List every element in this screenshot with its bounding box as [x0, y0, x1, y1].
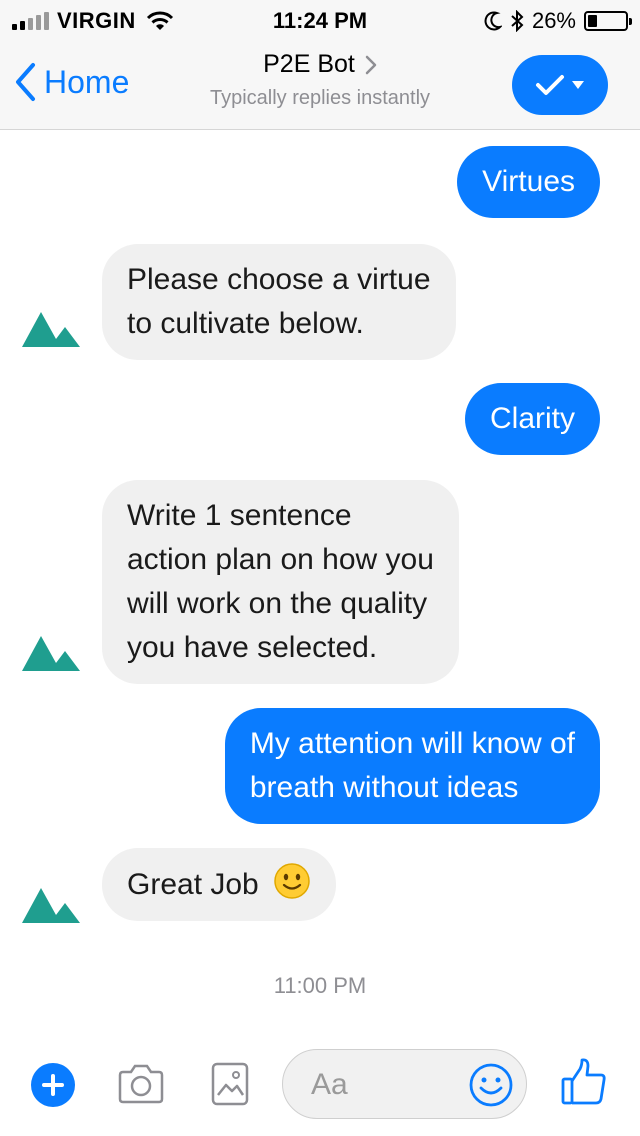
- message-list: Virtues Please choose a virtue to cultiv…: [0, 131, 640, 1031]
- thumbs-up-icon[interactable]: [560, 1057, 608, 1107]
- status-bar: VIRGIN 11:24 PM 26%: [0, 0, 640, 40]
- composer-bar: Aa: [0, 1031, 640, 1136]
- message-outgoing[interactable]: Virtues: [457, 146, 600, 218]
- more-actions-button[interactable]: [31, 1063, 75, 1107]
- message-text: Virtues: [482, 165, 575, 198]
- bot-avatar-icon: [22, 888, 80, 923]
- chevron-left-icon: [16, 63, 35, 101]
- caret-down-icon: [572, 81, 584, 89]
- message-line: My attention will know of: [249, 727, 575, 760]
- chevron-right-icon: [365, 55, 377, 74]
- message-input-placeholder: Aa: [311, 1068, 348, 1101]
- conversation-header: Home P2E Bot Typically replies instantly: [0, 40, 640, 130]
- battery-percent: 26%: [531, 8, 576, 33]
- battery-level: [588, 15, 598, 27]
- message-line: Write 1 sentence: [127, 499, 352, 532]
- contact-subtitle: Typically replies instantly: [209, 87, 431, 109]
- moon-icon: [484, 11, 502, 31]
- message-outgoing[interactable]: My attention will know of breath without…: [224, 708, 600, 824]
- plus-icon: [42, 1074, 64, 1096]
- bot-avatar-icon: [22, 636, 80, 671]
- message-text: Clarity: [489, 402, 575, 435]
- message-incoming[interactable]: Write 1 sentence action plan on how you …: [102, 480, 459, 684]
- message-line: action plan on how you: [127, 543, 434, 576]
- conversation-title[interactable]: P2E Bot Typically replies instantly: [160, 50, 480, 110]
- bluetooth-icon: [511, 10, 524, 32]
- battery-icon: [584, 11, 632, 31]
- contact-name: P2E Bot: [263, 50, 355, 78]
- camera-icon[interactable]: [116, 1063, 166, 1105]
- message-text: Great Job: [127, 868, 259, 901]
- message-input[interactable]: Aa: [282, 1049, 527, 1119]
- emoji-icon[interactable]: [468, 1062, 514, 1108]
- message-line: to cultivate below.: [127, 307, 364, 340]
- message-outgoing[interactable]: Clarity: [464, 383, 600, 455]
- bot-avatar-icon: [22, 312, 80, 347]
- back-button[interactable]: Home: [14, 62, 129, 102]
- message-incoming[interactable]: Great Job: [102, 848, 337, 921]
- message-timestamp: 11:00 PM: [273, 973, 367, 998]
- message-line: breath without ideas: [249, 771, 519, 804]
- message-line: you have selected.: [127, 631, 378, 664]
- message-incoming[interactable]: Please choose a virtue to cultivate belo…: [102, 244, 456, 360]
- message-line: Please choose a virtue: [127, 263, 431, 296]
- smiley-emoji-icon: [274, 863, 310, 899]
- status-menu-button[interactable]: [512, 55, 608, 115]
- checkmark-icon: [536, 75, 564, 95]
- status-right: 26%: [484, 8, 632, 34]
- message-line: will work on the quality: [127, 587, 428, 620]
- image-icon[interactable]: [210, 1061, 250, 1107]
- back-label: Home: [44, 63, 130, 100]
